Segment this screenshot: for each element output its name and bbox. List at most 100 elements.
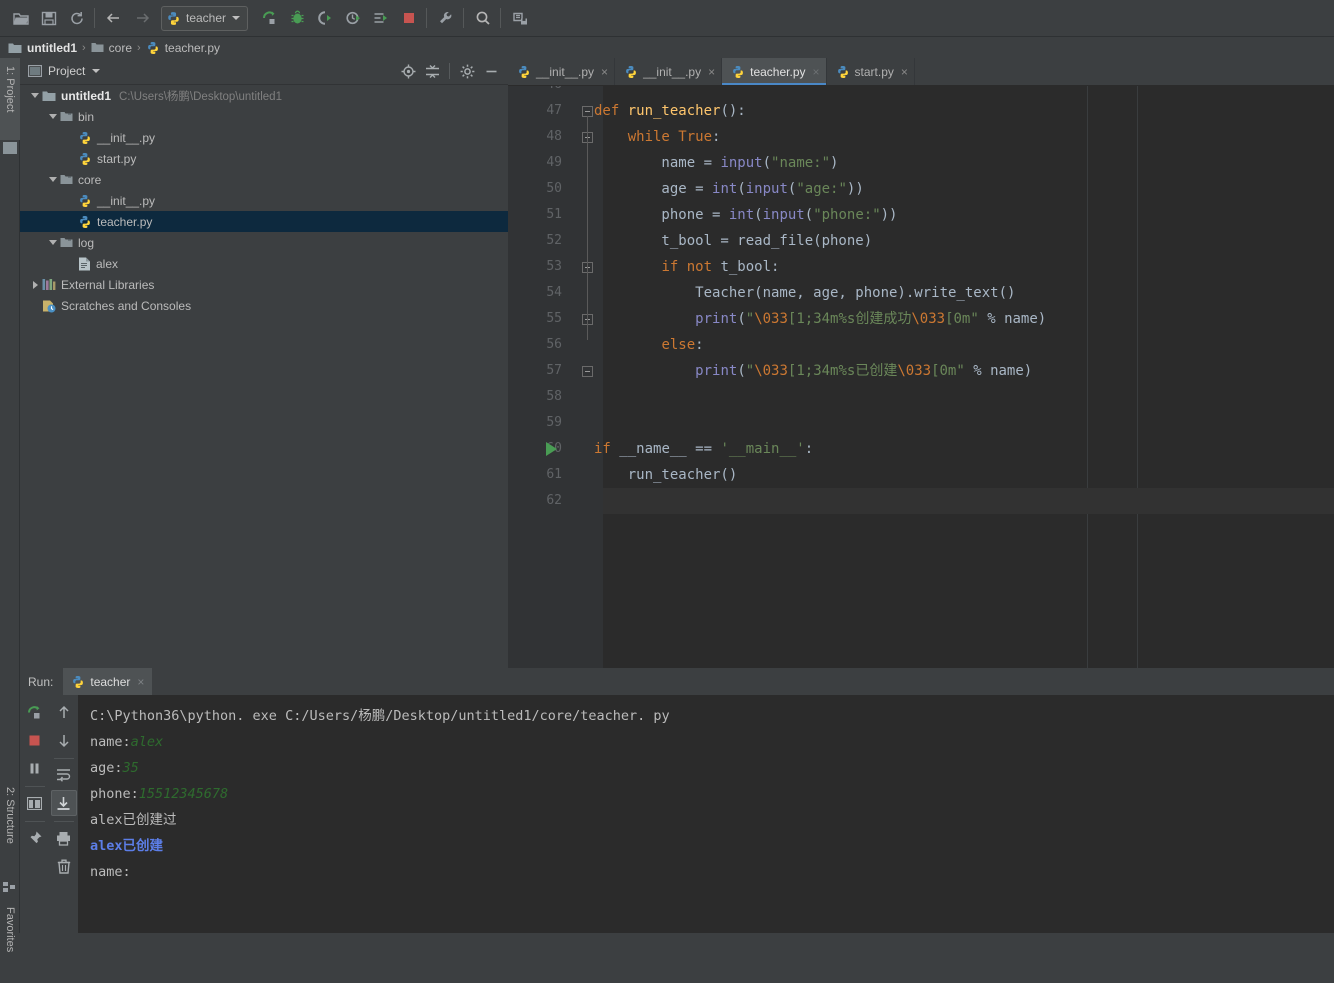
sidebar-item-favorites[interactable]: Favorites: [0, 903, 20, 983]
chevron-down-icon[interactable]: [92, 69, 101, 73]
tree-toggle-icon[interactable]: [28, 274, 42, 295]
code-fold-marker[interactable]: [582, 366, 593, 377]
arrow-up-icon[interactable]: [51, 699, 77, 725]
tree-item-label: External Libraries: [61, 277, 155, 292]
tree-row[interactable]: alex: [20, 253, 508, 274]
run-step-icon[interactable]: [368, 6, 394, 30]
pin-icon[interactable]: [22, 825, 48, 851]
soft-wrap-icon[interactable]: [51, 762, 77, 788]
search-icon[interactable]: [470, 6, 496, 30]
scroll-to-end-icon[interactable]: [50, 790, 77, 816]
run-line-icon[interactable]: [546, 442, 557, 456]
line-number: 55: [546, 311, 562, 326]
line-number: 50: [546, 181, 562, 196]
run-configuration-selector[interactable]: teacher: [161, 5, 249, 31]
tree-row[interactable]: untitled1 C:\Users\杨鹏\Desktop\untitled1: [20, 85, 508, 106]
settings-wrench-icon[interactable]: [433, 6, 459, 30]
save-all-icon[interactable]: [36, 6, 62, 30]
tree-item-label: core: [78, 172, 102, 187]
line-number: 62: [546, 493, 562, 508]
tree-row[interactable]: log: [20, 232, 508, 253]
code-line: while True:: [627, 129, 721, 145]
chevron-down-icon[interactable]: [232, 16, 241, 20]
debug-icon[interactable]: [284, 6, 310, 30]
breadcrumb-item-core[interactable]: core: [91, 41, 132, 55]
tree-item-label: Scratches and Consoles: [61, 298, 192, 313]
close-icon[interactable]: ×: [708, 66, 715, 78]
sync-refresh-icon[interactable]: [64, 6, 90, 30]
tree-row[interactable]: __init__.py: [20, 127, 508, 148]
run-coverage-icon[interactable]: [312, 6, 338, 30]
console-line: alex已创建: [90, 838, 164, 854]
forward-arrow-icon[interactable]: [129, 6, 155, 30]
trash-icon[interactable]: [51, 853, 77, 879]
console-line: name:: [90, 864, 131, 880]
run-toolbar-right: [49, 695, 78, 933]
project-tree[interactable]: untitled1 C:\Users\杨鹏\Desktop\untitled1 bi…: [20, 85, 508, 668]
python-file-icon: [624, 65, 638, 79]
collapse-all-icon[interactable]: [421, 60, 443, 82]
tree-toggle-icon[interactable]: [28, 85, 42, 106]
breadcrumb-item-file[interactable]: teacher.py: [146, 41, 220, 55]
sidebar-item-project[interactable]: 1: Project: [0, 58, 20, 140]
code-line: if not t_bool:: [661, 259, 780, 275]
pause-icon[interactable]: [22, 755, 48, 781]
editor-tab-label: __init__.py: [643, 64, 702, 79]
tree-toggle-icon[interactable]: [46, 106, 60, 127]
tree-row[interactable]: start.py: [20, 148, 508, 169]
minimize-icon[interactable]: [480, 60, 502, 82]
code-line: t_bool = read_file(phone): [594, 233, 873, 249]
tree-row[interactable]: Scratches and Consoles: [20, 295, 508, 316]
editor-tab-bar[interactable]: __init__.py × __init__.py × teacher.py × start…: [508, 58, 1334, 86]
run-tab-teacher[interactable]: teacher ×: [63, 668, 153, 695]
code-line: else:: [661, 337, 704, 353]
tree-item-label: teacher.py: [97, 214, 153, 229]
console-output[interactable]: C:\Python36\python. exe C:/Users/杨鹏/Desk…: [78, 695, 1334, 933]
layout-icon[interactable]: [22, 790, 48, 816]
tree-toggle-icon[interactable]: [46, 169, 60, 190]
locate-target-icon[interactable]: [397, 60, 419, 82]
arrow-down-icon[interactable]: [51, 727, 77, 753]
tree-row[interactable]: External Libraries: [20, 274, 508, 295]
project-tool-window: Project untitled1 C:\Users\杨鹏\Desktop\unt…: [20, 58, 508, 668]
tree-toggle-icon[interactable]: [46, 232, 60, 253]
code-line: run_teacher(): [594, 467, 738, 483]
console-line: name:alex: [90, 734, 164, 750]
open-folder-icon[interactable]: [8, 6, 34, 30]
profile-icon[interactable]: [340, 6, 366, 30]
tree-row[interactable]: teacher.py: [20, 211, 508, 232]
line-number: 48: [546, 129, 562, 144]
breadcrumb-item-project[interactable]: untitled1: [8, 41, 77, 55]
close-icon[interactable]: ×: [601, 66, 608, 78]
stop-icon[interactable]: [22, 727, 48, 753]
code-line: def run_teacher():: [594, 103, 746, 119]
run-icon[interactable]: [256, 6, 282, 30]
run-panel-header: Run: teacher ×: [20, 668, 1334, 695]
close-icon[interactable]: ×: [137, 676, 144, 688]
close-icon[interactable]: ×: [813, 66, 820, 78]
pycharm-window: teacher untitled1 › core › teacher.py 1:…: [0, 0, 1334, 952]
print-icon[interactable]: [51, 825, 77, 851]
run-panel-body: C:\Python36\python. exe C:/Users/杨鹏/Desk…: [20, 695, 1334, 933]
code-editor[interactable]: 46 47 def run_teacher(): 48 while True: 49 n…: [508, 86, 1334, 668]
close-icon[interactable]: ×: [901, 66, 908, 78]
update-project-icon[interactable]: [507, 6, 533, 30]
editor-tab[interactable]: __init__.py ×: [615, 58, 723, 85]
tree-row[interactable]: __init__.py: [20, 190, 508, 211]
tree-row[interactable]: core: [20, 169, 508, 190]
run-tool-window: Run: teacher × C:\Python36\python. exe C…: [20, 668, 1334, 933]
editor-tab[interactable]: start.py ×: [827, 58, 915, 85]
python-file-icon: [168, 11, 179, 25]
sidebar-item-structure[interactable]: 2: Structure: [0, 783, 20, 879]
python-file-icon: [78, 131, 92, 145]
stop-icon[interactable]: [396, 6, 422, 30]
editor-tab[interactable]: teacher.py ×: [722, 58, 827, 85]
editor-tab-label: __init__.py: [536, 64, 595, 79]
gear-icon[interactable]: [456, 60, 478, 82]
editor-tab[interactable]: __init__.py ×: [508, 58, 616, 85]
tree-row[interactable]: bin: [20, 106, 508, 127]
back-arrow-icon[interactable]: [101, 6, 127, 30]
caret-line-highlight: [603, 488, 1334, 514]
rerun-icon[interactable]: [22, 699, 48, 725]
structure-tab-label: 2: Structure: [4, 787, 16, 844]
